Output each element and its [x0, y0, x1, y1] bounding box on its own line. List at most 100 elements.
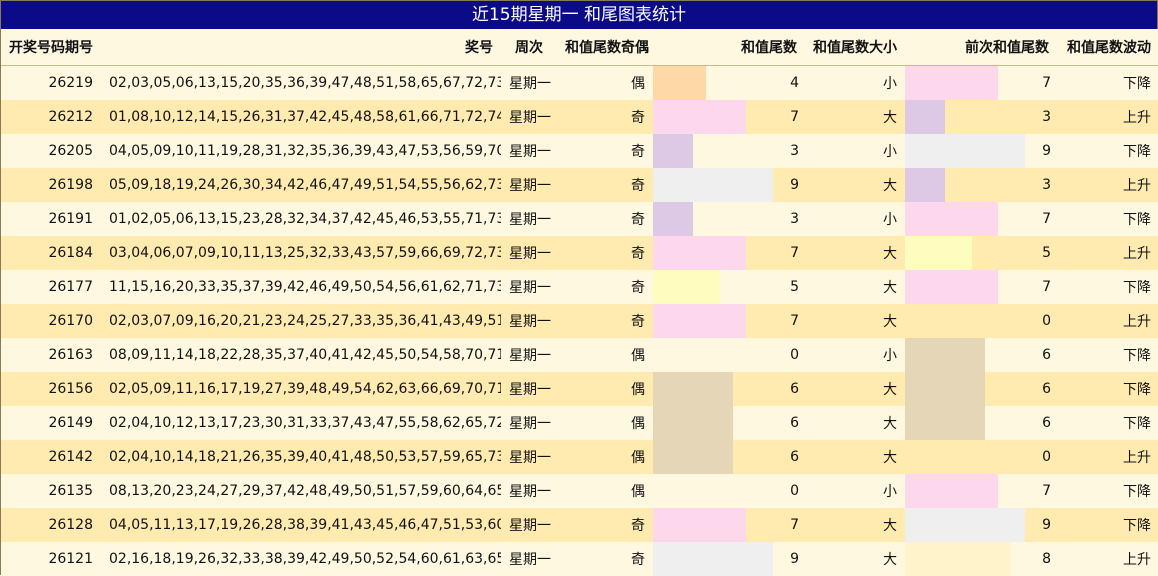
period-cell: 26198: [1, 168, 101, 202]
header-numbers: 奖号: [101, 29, 501, 66]
tail-cell: 3: [653, 202, 805, 236]
header-size: 和值尾数大小: [805, 29, 905, 66]
prev-tail-cell: 6: [905, 372, 1057, 406]
period-cell: 26191: [1, 202, 101, 236]
table-row: 26121 02,16,18,19,26,32,33,38,39,42,49,50…: [1, 542, 1158, 576]
weekday-cell: 星期一: [501, 134, 557, 168]
parity-cell: 偶: [557, 372, 653, 406]
numbers-cell: 01,02,05,06,13,15,23,28,32,34,37,42,45,4…: [101, 202, 501, 236]
prev-tail-cell: 6: [905, 406, 1057, 440]
tail-cell: 4: [653, 65, 805, 100]
tail-cell-value: 6: [790, 415, 799, 431]
size-cell: 大: [805, 372, 905, 406]
parity-cell: 奇: [557, 100, 653, 134]
stats-table: 开奖号码期号 奖号 周次 和值尾数奇偶 和值尾数 和值尾数大小 前次和值尾数 和…: [1, 29, 1158, 576]
weekday-cell: 星期一: [501, 542, 557, 576]
period-cell: 26142: [1, 440, 101, 474]
table-row: 26142 02,04,10,14,18,21,26,35,39,40,41,48…: [1, 440, 1158, 474]
tail-cell: 6: [653, 372, 805, 406]
tail-cell: 0: [653, 474, 805, 508]
trend-cell: 下降: [1057, 134, 1158, 168]
table-row: 26170 02,03,07,09,16,20,21,23,24,25,27,33…: [1, 304, 1158, 338]
period-cell: 26170: [1, 304, 101, 338]
numbers-cell: 04,05,09,10,11,19,28,31,32,35,36,39,43,4…: [101, 134, 501, 168]
prev-tail-cell-value: 6: [1042, 381, 1051, 397]
weekday-cell: 星期一: [501, 474, 557, 508]
period-cell: 26121: [1, 542, 101, 576]
table-row: 26205 04,05,09,10,11,19,28,31,32,35,36,39…: [1, 134, 1158, 168]
prev-tail-cell-value: 8: [1042, 551, 1051, 567]
tail-cell-value: 7: [790, 517, 799, 533]
prev-tail-cell-value: 5: [1042, 245, 1051, 261]
tail-cell-value: 7: [790, 313, 799, 329]
table-row: 26198 05,09,18,19,24,26,30,34,42,46,47,49…: [1, 168, 1158, 202]
size-cell: 大: [805, 100, 905, 134]
prev-tail-cell: 8: [905, 542, 1057, 576]
trend-cell: 上升: [1057, 100, 1158, 134]
trend-cell: 上升: [1057, 304, 1158, 338]
period-cell: 26156: [1, 372, 101, 406]
numbers-cell: 02,05,09,11,16,17,19,27,39,48,49,54,62,6…: [101, 372, 501, 406]
trend-cell: 下降: [1057, 406, 1158, 440]
prev-tail-cell-value: 7: [1042, 211, 1051, 227]
numbers-cell: 01,08,10,12,14,15,26,31,37,42,45,48,58,6…: [101, 100, 501, 134]
weekday-cell: 星期一: [501, 100, 557, 134]
tail-cell: 7: [653, 508, 805, 542]
prev-tail-cell: 9: [905, 508, 1057, 542]
table-row: 26184 03,04,06,07,09,10,11,13,25,32,33,43…: [1, 236, 1158, 270]
tail-cell-value: 7: [790, 109, 799, 125]
parity-cell: 奇: [557, 304, 653, 338]
numbers-cell: 02,16,18,19,26,32,33,38,39,42,49,50,52,5…: [101, 542, 501, 576]
prev-tail-cell: 9: [905, 134, 1057, 168]
header-tail: 和值尾数: [653, 29, 805, 66]
weekday-cell: 星期一: [501, 270, 557, 304]
period-cell: 26184: [1, 236, 101, 270]
period-cell: 26177: [1, 270, 101, 304]
parity-cell: 奇: [557, 270, 653, 304]
numbers-cell: 04,05,11,13,17,19,26,28,38,39,41,43,45,4…: [101, 508, 501, 542]
header-period: 开奖号码期号: [1, 29, 101, 66]
table-row: 26156 02,05,09,11,16,17,19,27,39,48,49,54…: [1, 372, 1158, 406]
size-cell: 小: [805, 65, 905, 100]
trend-cell: 上升: [1057, 440, 1158, 474]
numbers-cell: 11,15,16,20,33,35,37,39,42,46,49,50,54,5…: [101, 270, 501, 304]
tail-cell-value: 5: [790, 279, 799, 295]
tail-cell-value: 4: [790, 75, 799, 91]
tail-cell: 7: [653, 100, 805, 134]
tail-cell: 7: [653, 304, 805, 338]
prev-tail-cell-value: 7: [1042, 279, 1051, 295]
size-cell: 大: [805, 304, 905, 338]
parity-cell: 奇: [557, 542, 653, 576]
weekday-cell: 星期一: [501, 338, 557, 372]
prev-tail-cell-value: 0: [1042, 449, 1051, 465]
header-trend: 和值尾数波动: [1057, 29, 1158, 66]
period-cell: 26163: [1, 338, 101, 372]
trend-cell: 上升: [1057, 236, 1158, 270]
parity-cell: 偶: [557, 440, 653, 474]
table-title: 近15期星期一 和尾图表统计: [1, 1, 1157, 29]
tail-cell-value: 7: [790, 245, 799, 261]
numbers-cell: 08,09,11,14,18,22,28,35,37,40,41,42,45,5…: [101, 338, 501, 372]
numbers-cell: 02,03,05,06,13,15,20,35,36,39,47,48,51,5…: [101, 65, 501, 100]
prev-tail-cell: 3: [905, 100, 1057, 134]
header-prev-tail: 前次和值尾数: [905, 29, 1057, 66]
size-cell: 大: [805, 236, 905, 270]
tail-cell-value: 6: [790, 381, 799, 397]
tail-cell-value: 3: [790, 143, 799, 159]
period-cell: 26149: [1, 406, 101, 440]
prev-tail-cell-value: 3: [1042, 109, 1051, 125]
prev-tail-cell: 7: [905, 474, 1057, 508]
prev-tail-cell-value: 6: [1042, 415, 1051, 431]
weekday-cell: 星期一: [501, 65, 557, 100]
prev-tail-cell: 3: [905, 168, 1057, 202]
weekday-cell: 星期一: [501, 372, 557, 406]
period-cell: 26219: [1, 65, 101, 100]
tail-cell-value: 0: [790, 347, 799, 363]
weekday-cell: 星期一: [501, 406, 557, 440]
size-cell: 大: [805, 270, 905, 304]
tail-cell-value: 3: [790, 211, 799, 227]
numbers-cell: 02,03,07,09,16,20,21,23,24,25,27,33,35,3…: [101, 304, 501, 338]
trend-cell: 下降: [1057, 270, 1158, 304]
parity-cell: 奇: [557, 508, 653, 542]
table-row: 26149 02,04,10,12,13,17,23,30,31,33,37,43…: [1, 406, 1158, 440]
